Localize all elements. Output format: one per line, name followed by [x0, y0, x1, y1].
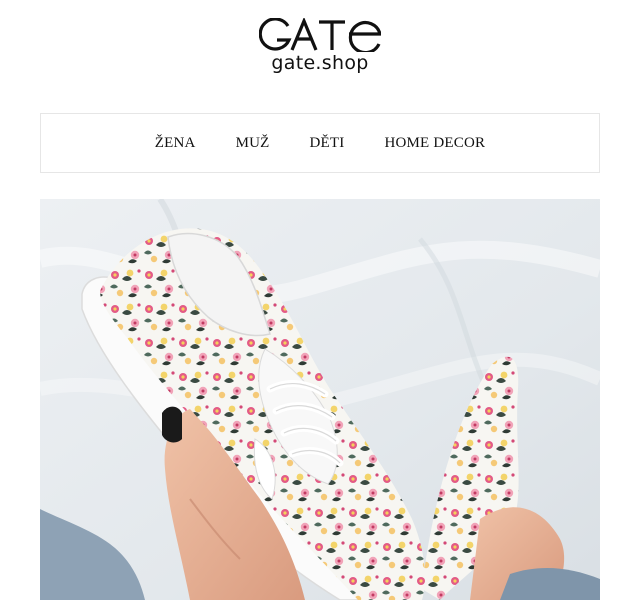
gate-logo — [259, 18, 381, 52]
nav-item-muz[interactable]: MUŽ — [236, 135, 270, 152]
nav-item-deti[interactable]: DĚTI — [310, 135, 345, 152]
logo-link[interactable]: gate.shop — [0, 18, 640, 74]
hero-banner[interactable] — [40, 199, 600, 600]
main-navigation: ŽENA MUŽ DĚTI HOME DECOR — [40, 113, 600, 173]
nav-item-home-decor[interactable]: HOME DECOR — [384, 135, 485, 152]
site-header: gate.shop — [0, 0, 640, 100]
brand-domain: gate.shop — [271, 52, 369, 74]
nav-item-zena[interactable]: ŽENA — [155, 135, 196, 152]
hero-floral-sneakers-image — [40, 199, 600, 600]
